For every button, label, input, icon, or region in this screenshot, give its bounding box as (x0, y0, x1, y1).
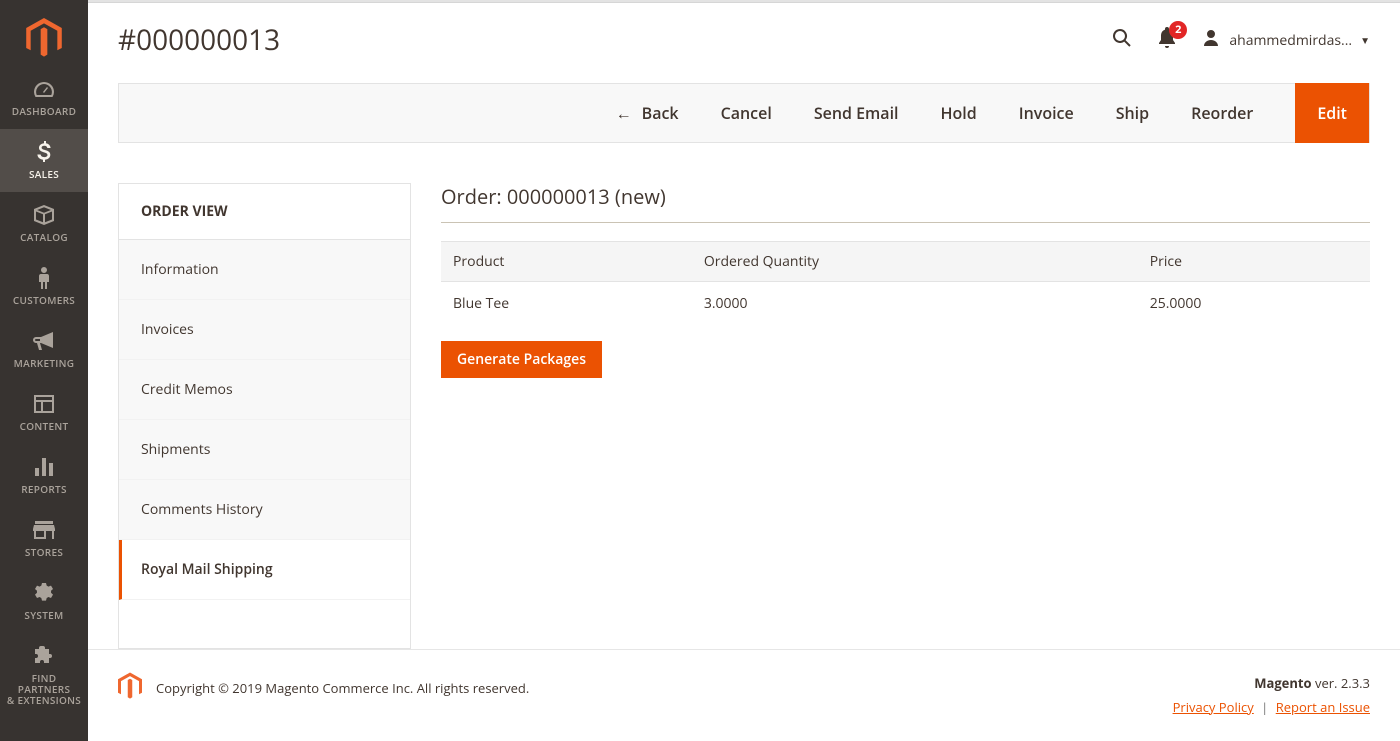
order-view-heading: ORDER VIEW (119, 184, 410, 240)
notification-badge: 2 (1169, 21, 1187, 39)
account-menu[interactable]: ahammedmirdas... ▼ (1201, 28, 1370, 53)
dollar-icon (32, 141, 56, 163)
back-button[interactable]: ← Back (616, 102, 679, 124)
privacy-link[interactable]: Privacy Policy (1173, 698, 1254, 716)
footer-version: 2.3.3 (1341, 674, 1370, 692)
username: ahammedmirdas... (1229, 31, 1352, 50)
edit-button[interactable]: Edit (1295, 83, 1369, 143)
table-row: Blue Tee 3.0000 25.0000 (441, 282, 1370, 326)
copyright-text: Copyright © 2019 Magento Commerce Inc. A… (156, 679, 529, 697)
back-label: Back (642, 102, 679, 124)
arrow-left-icon: ← (616, 102, 632, 124)
report-issue-link[interactable]: Report an Issue (1276, 698, 1370, 716)
avatar-icon (1201, 28, 1221, 53)
cancel-button[interactable]: Cancel (721, 102, 772, 124)
content: ORDER VIEW Information Invoices Credit M… (88, 143, 1400, 649)
footer: Copyright © 2019 Magento Commerce Inc. A… (88, 649, 1400, 741)
nav-dashboard[interactable]: DASHBOARD (0, 66, 88, 129)
invoice-button[interactable]: Invoice (1019, 102, 1074, 124)
nav-partners[interactable]: FIND PARTNERS & EXTENSIONS (0, 633, 88, 718)
layout-icon (32, 393, 56, 415)
admin-sidebar: DASHBOARD SALES CATALOG CUSTOMERS MARKET… (0, 0, 88, 741)
tab-comments-history[interactable]: Comments History (119, 480, 410, 540)
nav-label: CATALOG (20, 232, 68, 243)
nav-label: CONTENT (20, 421, 69, 432)
magento-logo-small (118, 672, 142, 704)
order-title: Order: 000000013 (new) (441, 183, 1370, 223)
person-icon (32, 267, 56, 289)
nav-label: MARKETING (14, 358, 75, 369)
page-title: #000000013 (118, 21, 280, 59)
nav-marketing[interactable]: MARKETING (0, 318, 88, 381)
nav-customers[interactable]: CUSTOMERS (0, 255, 88, 318)
order-body: Order: 000000013 (new) Product Ordered Q… (441, 183, 1370, 649)
tab-information[interactable]: Information (119, 240, 410, 300)
megaphone-icon (32, 330, 56, 352)
storefront-icon (32, 519, 56, 541)
gauge-icon (32, 78, 56, 100)
gear-icon (32, 582, 56, 604)
action-bar: ← Back Cancel Send Email Hold Invoice Sh… (118, 83, 1370, 143)
box-icon (32, 204, 56, 226)
nav-content[interactable]: CONTENT (0, 381, 88, 444)
nav-stores[interactable]: STORES (0, 507, 88, 570)
nav-label: DASHBOARD (12, 106, 76, 117)
order-view-panel: ORDER VIEW Information Invoices Credit M… (118, 183, 411, 649)
tab-royal-mail-shipping[interactable]: Royal Mail Shipping (119, 540, 410, 600)
generate-packages-button[interactable]: Generate Packages (441, 341, 602, 378)
tab-shipments[interactable]: Shipments (119, 420, 410, 480)
cell-product: Blue Tee (441, 282, 692, 326)
nav-label: FIND PARTNERS & EXTENSIONS (4, 673, 84, 706)
nav-label: SALES (29, 169, 59, 180)
cell-price: 25.0000 (1138, 282, 1370, 326)
page-header: #000000013 2 ahammedmirdas... ▼ (88, 3, 1400, 83)
col-product: Product (441, 242, 692, 282)
col-qty: Ordered Quantity (692, 242, 1138, 282)
tab-credit-memos[interactable]: Credit Memos (119, 360, 410, 420)
magento-logo (24, 18, 64, 58)
search-icon[interactable] (1111, 27, 1133, 54)
reorder-button[interactable]: Reorder (1191, 102, 1253, 124)
footer-ver-prefix: ver. (1312, 674, 1341, 692)
hold-button[interactable]: Hold (941, 102, 977, 124)
nav-system[interactable]: SYSTEM (0, 570, 88, 633)
order-items-table: Product Ordered Quantity Price Blue Tee … (441, 241, 1370, 325)
cell-qty: 3.0000 (692, 282, 1138, 326)
nav-label: CUSTOMERS (13, 295, 75, 306)
send-email-button[interactable]: Send Email (814, 102, 899, 124)
nav-catalog[interactable]: CATALOG (0, 192, 88, 255)
footer-brand: Magento (1254, 674, 1311, 692)
puzzle-icon (32, 645, 56, 667)
col-price: Price (1138, 242, 1370, 282)
nav-reports[interactable]: REPORTS (0, 444, 88, 507)
nav-label: SYSTEM (24, 610, 63, 621)
nav-label: STORES (25, 547, 63, 558)
caret-down-icon: ▼ (1360, 33, 1370, 47)
tab-invoices[interactable]: Invoices (119, 300, 410, 360)
footer-separator: | (1261, 698, 1268, 716)
ship-button[interactable]: Ship (1116, 102, 1149, 124)
nav-sales[interactable]: SALES (0, 129, 88, 192)
bars-icon (32, 456, 56, 478)
main-area: #000000013 2 ahammedmirdas... ▼ ← Back C… (88, 0, 1400, 741)
notifications-icon[interactable]: 2 (1157, 27, 1177, 54)
nav-label: REPORTS (21, 484, 67, 495)
